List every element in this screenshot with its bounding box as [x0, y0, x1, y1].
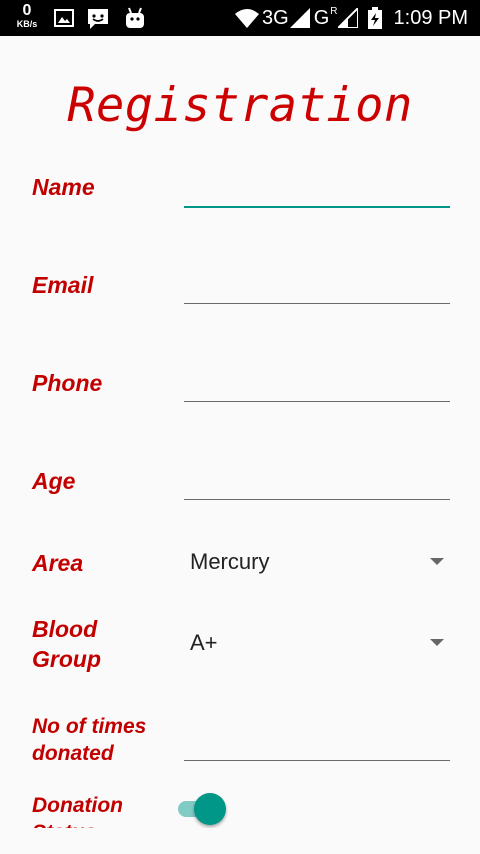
age-label: Age — [32, 468, 76, 494]
status-bar: 0 KB/s 3G G R 1:09 PM — [0, 0, 480, 36]
roaming-indicator: R — [330, 5, 338, 17]
blood-group-label: Blood Group — [32, 614, 101, 674]
gallery-notification-icon — [54, 9, 74, 27]
signal-icon-2 — [337, 8, 358, 28]
network-speed-unit: KB/s — [16, 19, 38, 29]
name-label: Name — [32, 174, 95, 200]
network-g: G — [313, 6, 330, 29]
times-donated-input[interactable] — [184, 727, 450, 761]
area-dropdown[interactable]: Mercury — [184, 539, 450, 583]
status-right: 3G G R 1:09 PM — [234, 0, 468, 36]
donation-status-switch[interactable] — [176, 792, 228, 826]
times-donated-label-line1: No of times — [32, 715, 147, 738]
wifi-icon — [235, 9, 260, 28]
blood-group-dropdown-arrow-icon — [430, 639, 444, 646]
donation-status-label-line1: Donation — [32, 794, 123, 817]
signal-icon — [289, 8, 310, 28]
blood-group-dropdown[interactable]: A+ — [184, 620, 450, 664]
times-donated-label-line2: donated — [32, 742, 114, 765]
android-notification-icon — [126, 7, 144, 28]
chat-notification-icon — [88, 9, 108, 29]
times-donated-label: No of times donated — [32, 713, 146, 767]
blood-group-label-line1: Blood — [32, 616, 98, 642]
network-3g: 3G — [262, 6, 289, 29]
battery-charging-icon — [367, 7, 382, 29]
area-dropdown-arrow-icon — [430, 558, 444, 565]
clock: 1:09 PM — [393, 6, 468, 29]
bottom-edge — [0, 828, 480, 854]
blood-group-selected-value: A+ — [190, 630, 218, 655]
phone-input[interactable] — [184, 368, 450, 402]
page-title: Registration — [67, 78, 413, 133]
blood-group-label-line2: Group — [32, 646, 101, 672]
phone-label: Phone — [32, 370, 103, 396]
area-selected-value: Mercury — [190, 549, 270, 574]
email-input[interactable] — [184, 270, 450, 304]
email-label: Email — [32, 272, 94, 298]
network-speed: 0 KB/s — [12, 3, 42, 29]
age-input[interactable] — [184, 466, 450, 500]
network-speed-value: 0 — [22, 2, 32, 19]
switch-thumb — [194, 793, 226, 825]
area-label: Area — [32, 550, 84, 576]
name-input[interactable] — [184, 174, 450, 208]
